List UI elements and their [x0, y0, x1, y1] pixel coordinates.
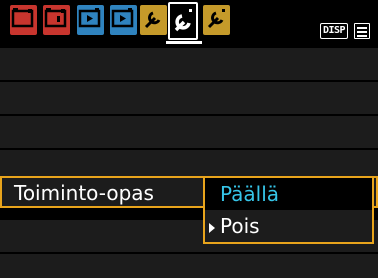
camera-red-2-icon [44, 8, 67, 28]
option-pois[interactable]: Pois [205, 210, 372, 242]
option-dropdown[interactable]: Päällä Pois [203, 176, 374, 244]
selected-marker-icon [209, 223, 215, 233]
active-tab-underline [166, 41, 202, 44]
play-blue-1-icon [78, 8, 101, 28]
camera-red-1-icon [11, 8, 34, 28]
option-label: Päällä [220, 182, 280, 206]
wrench-gold-1-icon [144, 11, 161, 29]
tab-shoot-1[interactable] [10, 5, 37, 35]
option-label: Pois [220, 214, 260, 238]
disp-label: DISP [320, 23, 349, 39]
tab-setup-2[interactable] [168, 2, 198, 40]
menu-row[interactable] [0, 254, 378, 278]
play-blue-2-icon [111, 8, 134, 28]
tab-play-1[interactable] [77, 5, 104, 35]
menu-list-icon [354, 23, 370, 39]
tab-setup-1[interactable] [140, 5, 167, 35]
setting-label: Toiminto-opas [14, 181, 154, 205]
tab-setup-3[interactable] [203, 5, 230, 35]
wrench-gold-3-icon [207, 9, 225, 29]
option-paalla[interactable]: Päällä [205, 178, 372, 210]
tab-play-2[interactable] [110, 5, 137, 35]
tab-shoot-2[interactable] [43, 5, 70, 35]
menu-row[interactable] [0, 116, 378, 148]
menu-row[interactable] [0, 82, 378, 114]
menu-tab-bar: DISP [0, 0, 378, 44]
disp-indicator: DISP [320, 23, 376, 39]
wrench-gold-2-icon [174, 9, 192, 32]
menu-row[interactable] [0, 48, 378, 80]
